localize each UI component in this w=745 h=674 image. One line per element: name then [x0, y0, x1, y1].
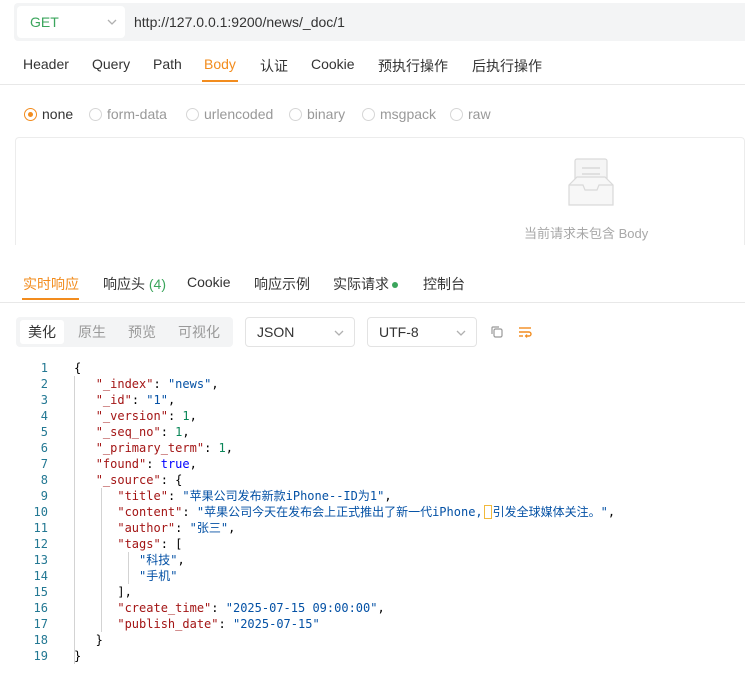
encoding-select[interactable]: UTF-8 — [367, 317, 477, 347]
wrap-lines-icon[interactable] — [517, 324, 533, 340]
tab-post-script[interactable]: 后执行操作 — [472, 56, 542, 76]
radio-label: none — [42, 106, 74, 122]
response-body-editor[interactable]: 1{ 2 "_index": "news", 3 "_id": "1", 4 "… — [0, 360, 745, 674]
active-tab-indicator — [22, 298, 79, 300]
text-cursor — [483, 505, 492, 519]
chevron-down-icon — [456, 330, 466, 336]
body-panel: 当前请求未包含 Body — [15, 137, 745, 245]
view-mode-segment: 美化 原生 预览 可视化 — [16, 317, 233, 347]
view-visualize-button[interactable]: 可视化 — [170, 320, 228, 344]
radio-none[interactable]: none — [24, 106, 73, 122]
tab-body[interactable]: Body — [204, 56, 236, 72]
format-select-label: JSON — [257, 324, 295, 340]
tab-query[interactable]: Query — [92, 56, 130, 72]
radio-circle-icon — [89, 107, 102, 121]
radio-circle-icon — [362, 107, 375, 121]
tab-header[interactable]: Header — [23, 56, 69, 72]
radio-msgpack[interactable]: msgpack — [362, 106, 436, 122]
radio-label: binary — [307, 106, 346, 122]
url-input[interactable]: http://127.0.0.1:9200/news/_doc/1 — [134, 14, 345, 30]
method-select[interactable]: GET — [17, 6, 125, 38]
radio-circle-icon — [186, 107, 199, 121]
tab-response-example[interactable]: 响应示例 — [254, 274, 310, 294]
tab-pre-script[interactable]: 预执行操作 — [378, 56, 448, 76]
radio-urlencoded[interactable]: urlencoded — [186, 106, 273, 122]
view-raw-button[interactable]: 原生 — [70, 320, 114, 344]
radio-label: msgpack — [380, 106, 437, 122]
response-tabs: 实时响应 响应头 (4) Cookie 响应示例 实际请求 控制台 — [0, 262, 745, 303]
format-select[interactable]: JSON — [245, 317, 355, 347]
active-tab-indicator — [202, 80, 238, 82]
chevron-down-icon — [107, 19, 117, 25]
headers-count-badge: (4) — [148, 276, 167, 292]
tab-realtime-response[interactable]: 实时响应 — [23, 274, 79, 294]
empty-body-text: 当前请求未包含 Body — [524, 226, 649, 241]
chevron-down-icon — [334, 330, 344, 336]
request-tabs: Header Query Path Body 认证 Cookie 预执行操作 后… — [0, 44, 745, 85]
radio-label: urlencoded — [204, 106, 274, 122]
radio-circle-icon — [450, 107, 463, 121]
radio-form-data[interactable]: form-data — [89, 106, 167, 122]
tab-path[interactable]: Path — [153, 56, 182, 72]
tab-label: 响应头 — [103, 276, 145, 292]
tab-response-cookie[interactable]: Cookie — [187, 274, 231, 290]
radio-binary[interactable]: binary — [289, 106, 345, 122]
radio-raw[interactable]: raw — [450, 106, 491, 122]
tab-response-headers[interactable]: 响应头 (4) — [103, 274, 166, 294]
view-pretty-button[interactable]: 美化 — [20, 320, 64, 344]
tab-cookie[interactable]: Cookie — [311, 56, 355, 72]
status-dot-icon — [392, 282, 398, 289]
encoding-select-label: UTF-8 — [379, 324, 419, 340]
tab-auth[interactable]: 认证 — [260, 56, 288, 76]
method-label: GET — [30, 14, 59, 30]
radio-circle-icon — [289, 107, 302, 121]
radio-label: form-data — [107, 106, 167, 122]
url-bar: GET http://127.0.0.1:9200/news/_doc/1 — [14, 3, 745, 41]
copy-icon[interactable] — [489, 324, 505, 340]
view-preview-button[interactable]: 预览 — [120, 320, 164, 344]
tab-actual-request[interactable]: 实际请求 — [333, 274, 398, 294]
tab-label: 实际请求 — [333, 276, 389, 292]
tab-console[interactable]: 控制台 — [423, 274, 465, 294]
empty-inbox-icon — [568, 158, 614, 206]
radio-circle-icon — [24, 107, 37, 121]
radio-label: raw — [468, 106, 491, 122]
body-type-radio-group: none form-data urlencoded binary msgpack… — [0, 100, 745, 128]
